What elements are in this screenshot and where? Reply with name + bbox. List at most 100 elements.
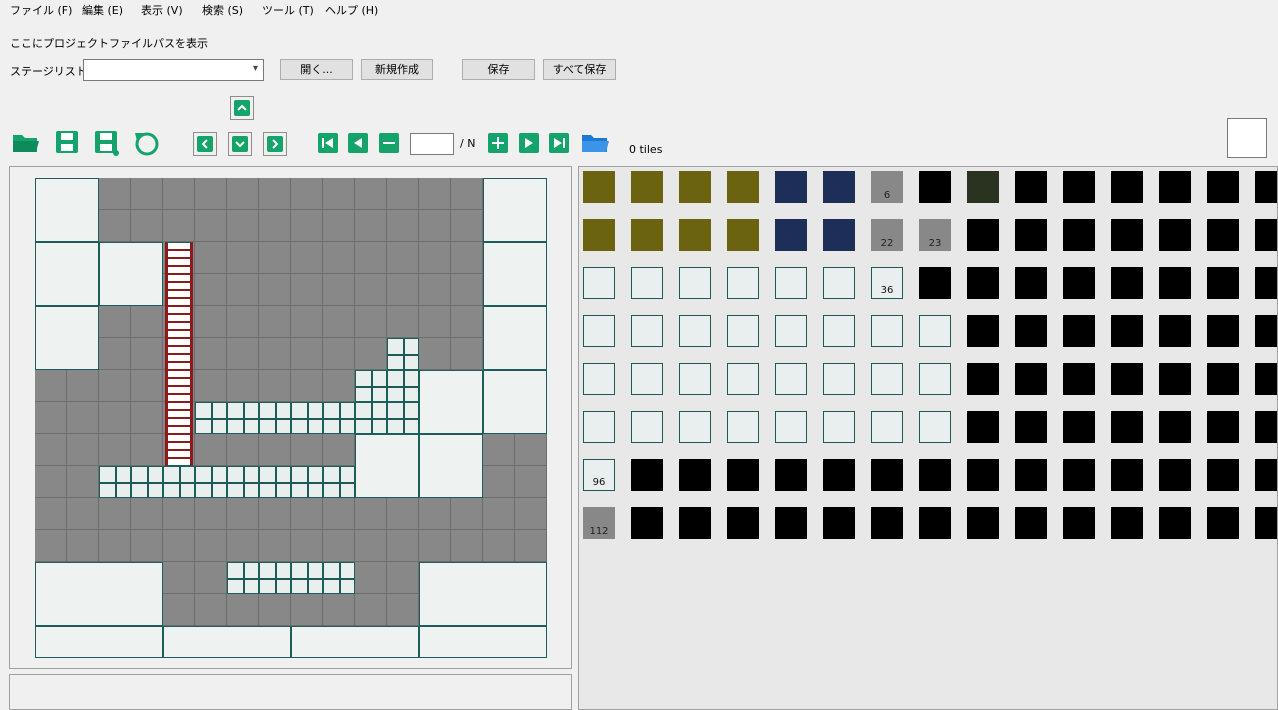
map-cell[interactable]: [259, 306, 291, 338]
scroll-left-button[interactable]: [193, 132, 217, 156]
map-cell[interactable]: [227, 178, 259, 210]
palette-tile[interactable]: [1207, 507, 1239, 539]
map-cell[interactable]: [515, 466, 547, 498]
palette-tile[interactable]: [1015, 459, 1047, 491]
palette-tile[interactable]: [1159, 315, 1191, 347]
map-cell[interactable]: [419, 274, 451, 306]
map-cell[interactable]: [291, 370, 323, 402]
palette-tile[interactable]: [1111, 507, 1143, 539]
palette-tile[interactable]: [871, 315, 903, 347]
folder-icon[interactable]: [581, 131, 609, 153]
map-cell[interactable]: [227, 530, 259, 562]
palette-tile[interactable]: [1111, 219, 1143, 251]
palette-tile[interactable]: [631, 459, 663, 491]
map-cell[interactable]: [323, 210, 355, 242]
palette-tile[interactable]: [919, 363, 951, 395]
menu-help[interactable]: ヘルプ (H): [325, 2, 378, 18]
palette-tile[interactable]: [967, 315, 999, 347]
palette-tile[interactable]: [967, 267, 999, 299]
map-cell[interactable]: [227, 274, 259, 306]
palette-tile[interactable]: [679, 459, 711, 491]
palette-tile[interactable]: [1063, 267, 1095, 299]
palette-tile[interactable]: [727, 411, 759, 443]
palette-tile[interactable]: [1111, 267, 1143, 299]
save-as-icon[interactable]: [94, 130, 119, 156]
map-cell[interactable]: [387, 562, 419, 594]
map-cell[interactable]: [483, 434, 515, 466]
palette-tile[interactable]: [679, 363, 711, 395]
map-cell[interactable]: [483, 530, 515, 562]
map-cell[interactable]: [99, 306, 131, 338]
map-cell[interactable]: [131, 402, 163, 434]
map-cell[interactable]: [35, 530, 67, 562]
map-cell[interactable]: [419, 242, 451, 274]
map-cell[interactable]: [291, 594, 323, 626]
map-cell[interactable]: [131, 530, 163, 562]
palette-tile[interactable]: 36: [871, 267, 903, 299]
map-cell[interactable]: [291, 178, 323, 210]
map-cell[interactable]: [451, 210, 483, 242]
map-cell[interactable]: [67, 434, 99, 466]
map-cell[interactable]: [323, 338, 355, 370]
map-cell[interactable]: [387, 306, 419, 338]
palette-tile[interactable]: [679, 507, 711, 539]
map-cell[interactable]: [291, 306, 323, 338]
map-cell[interactable]: [259, 338, 291, 370]
palette-tile[interactable]: [775, 171, 807, 203]
map-cell[interactable]: [323, 530, 355, 562]
map-cell[interactable]: [227, 498, 259, 530]
map-cell[interactable]: [259, 498, 291, 530]
map-cell[interactable]: [291, 530, 323, 562]
map-cell[interactable]: [419, 338, 451, 370]
palette-tile[interactable]: [967, 459, 999, 491]
palette-tile[interactable]: [631, 363, 663, 395]
map-cell[interactable]: [291, 210, 323, 242]
palette-tile[interactable]: [631, 411, 663, 443]
stage-list-select[interactable]: ▾: [83, 59, 264, 81]
map-cell[interactable]: [259, 370, 291, 402]
map-cell[interactable]: [291, 274, 323, 306]
map-cell[interactable]: [355, 562, 387, 594]
palette-tile[interactable]: [1207, 219, 1239, 251]
map-cell[interactable]: [195, 210, 227, 242]
palette-tile[interactable]: [679, 411, 711, 443]
map-cell[interactable]: [131, 338, 163, 370]
palette-tile[interactable]: [1159, 411, 1191, 443]
map-cell[interactable]: [387, 242, 419, 274]
map-cell[interactable]: [451, 178, 483, 210]
previous-page-icon[interactable]: [348, 133, 370, 155]
map-cell[interactable]: [99, 178, 131, 210]
palette-tile[interactable]: [679, 219, 711, 251]
map-cell[interactable]: [67, 466, 99, 498]
scroll-up-button[interactable]: [230, 96, 254, 120]
map-cell[interactable]: [227, 370, 259, 402]
open-button[interactable]: 開く...: [280, 59, 353, 80]
map-cell[interactable]: [227, 210, 259, 242]
map-cell[interactable]: [35, 370, 67, 402]
new-button[interactable]: 新規作成: [361, 59, 433, 80]
palette-tile[interactable]: [679, 267, 711, 299]
palette-tile[interactable]: [967, 171, 999, 203]
map-cell[interactable]: [355, 306, 387, 338]
palette-tile[interactable]: [919, 411, 951, 443]
map-cell[interactable]: [355, 530, 387, 562]
palette-tile[interactable]: [1255, 315, 1277, 347]
menu-search[interactable]: 検索 (S): [202, 2, 243, 18]
palette-tile[interactable]: [823, 219, 855, 251]
map-cell[interactable]: [323, 306, 355, 338]
palette-tile[interactable]: [967, 363, 999, 395]
map-cell[interactable]: [195, 178, 227, 210]
map-cell[interactable]: [515, 530, 547, 562]
map-cell[interactable]: [323, 434, 355, 466]
map-cell[interactable]: [387, 530, 419, 562]
palette-tile[interactable]: [823, 459, 855, 491]
palette-tile[interactable]: [1063, 459, 1095, 491]
map-cell[interactable]: [451, 242, 483, 274]
map-cell[interactable]: [163, 530, 195, 562]
map-cell[interactable]: [195, 338, 227, 370]
map-cell[interactable]: [323, 498, 355, 530]
map-cell[interactable]: [355, 338, 387, 370]
palette-tile[interactable]: [1207, 267, 1239, 299]
palette-tile[interactable]: [1255, 219, 1277, 251]
map-cell[interactable]: [67, 370, 99, 402]
